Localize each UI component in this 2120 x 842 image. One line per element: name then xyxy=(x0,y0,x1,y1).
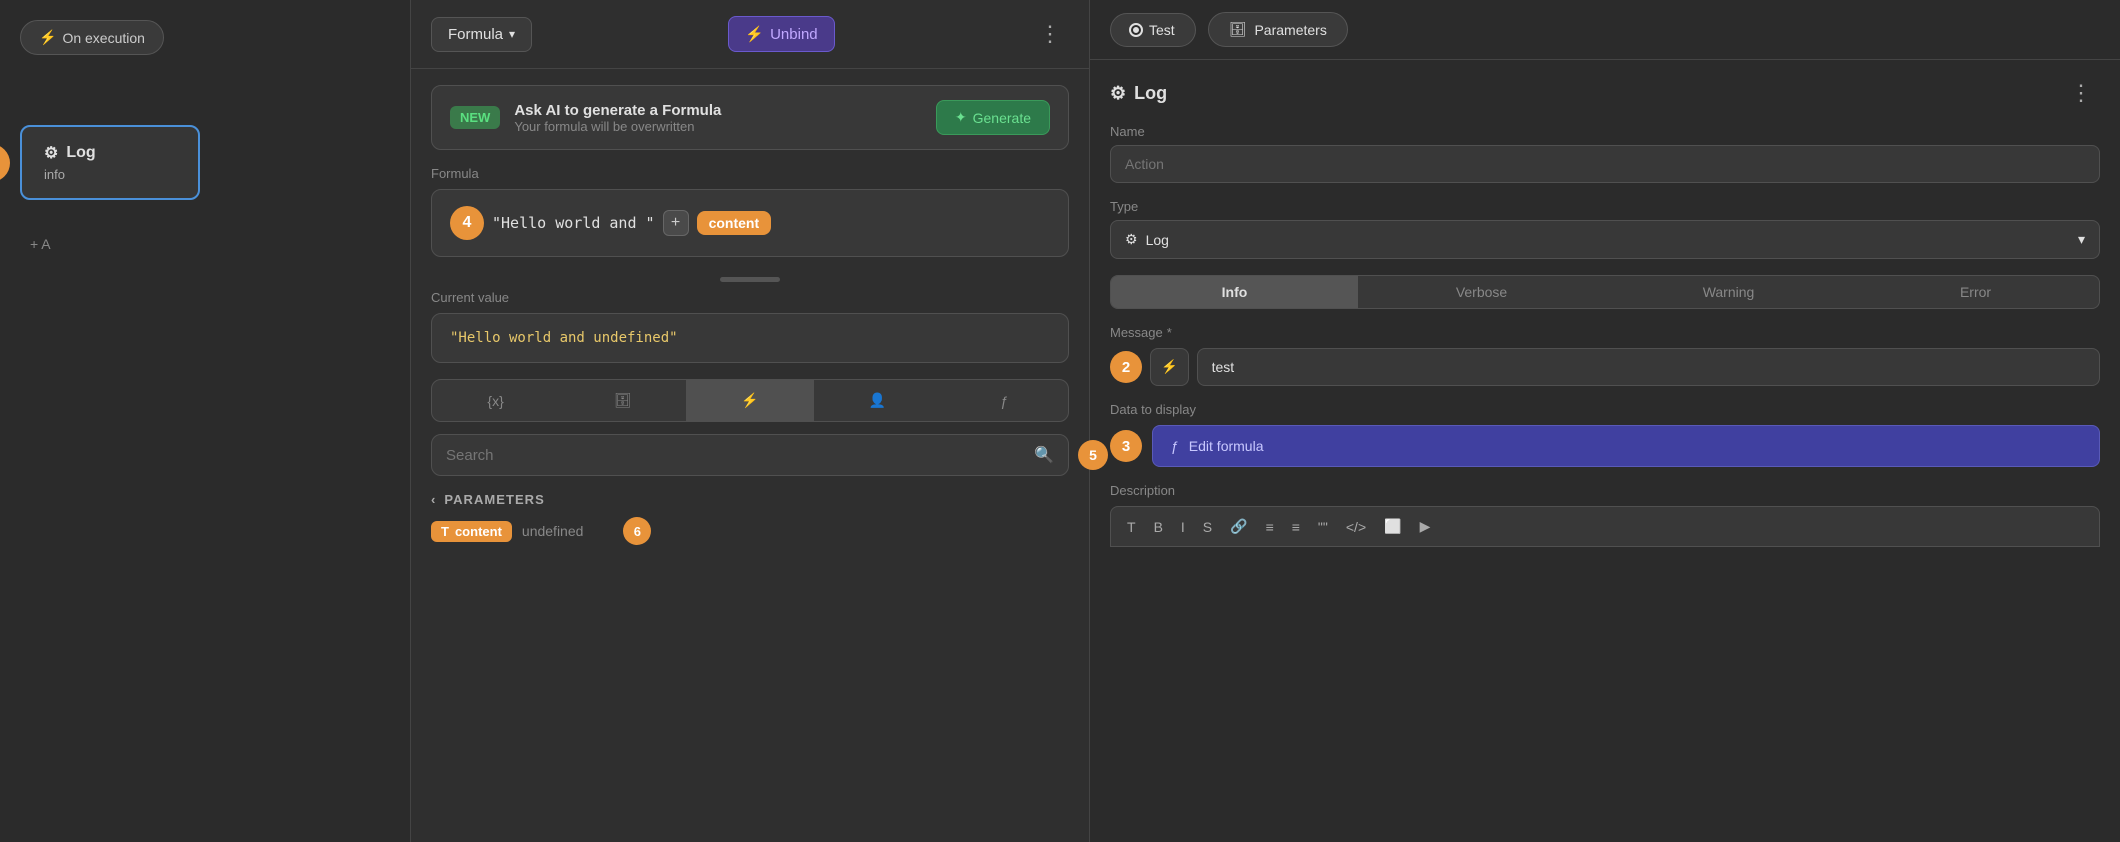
log-level-verbose[interactable]: Verbose xyxy=(1358,276,1605,308)
desc-tool-quote[interactable]: "" xyxy=(1312,516,1334,538)
parameters-button[interactable]: 🗄 Parameters xyxy=(1208,12,1348,47)
unbind-icon: ⚡ xyxy=(745,25,764,43)
content-badge: content xyxy=(697,211,772,235)
formula-plus-button[interactable]: + xyxy=(663,210,689,236)
desc-tool-ol[interactable]: ≡ xyxy=(1286,516,1306,538)
unbind-button[interactable]: ⚡ Unbind xyxy=(728,16,834,52)
description-label: Description xyxy=(1110,483,2100,498)
resize-handle[interactable] xyxy=(411,273,1089,286)
search-icon: 🔍 xyxy=(1034,445,1054,465)
tab-user[interactable]: 👤 xyxy=(814,380,941,421)
section-title: ⚙ Log xyxy=(1110,83,1167,104)
params-section: ‹ PARAMETERS T content undefined 6 xyxy=(411,488,1089,549)
type-label: Type xyxy=(1110,199,2100,214)
log-node-container: 1 ⚙ Log info xyxy=(20,125,200,200)
right-top-bar: Test 🗄 Parameters xyxy=(1090,0,2120,60)
log-node-subtitle: info xyxy=(44,167,176,182)
right-panel: Test 🗄 Parameters ⚙ Log ⋮ Name Type ⚙ Lo… xyxy=(1090,0,2120,842)
message-input[interactable] xyxy=(1197,348,2100,386)
add-action-button[interactable]: + A xyxy=(20,230,61,258)
sparkle-icon: ✦ xyxy=(955,109,967,126)
param-badge: T content xyxy=(431,521,512,542)
test-dot-icon xyxy=(1131,25,1141,35)
type-select[interactable]: ⚙ Log ▾ xyxy=(1110,220,2100,259)
name-label: Name xyxy=(1110,124,2100,139)
more-options-button[interactable]: ⋮ xyxy=(1031,17,1069,51)
log-icon: ⚙ xyxy=(44,143,58,163)
data-display-label: Data to display xyxy=(1110,402,2100,417)
desc-tool-code[interactable]: </> xyxy=(1340,516,1372,538)
desc-tool-t[interactable]: T xyxy=(1121,516,1142,538)
param-item: T content undefined 6 xyxy=(431,517,1069,545)
log-level-warning[interactable]: Warning xyxy=(1605,276,1852,308)
params-icon: 🗄 xyxy=(1229,21,1247,38)
formula-header: Formula ▾ ⚡ Unbind ⋮ xyxy=(411,0,1089,69)
message-input-row: 2 ⚡ xyxy=(1110,348,2100,386)
on-execution-label: On execution xyxy=(62,30,145,46)
current-value-box: "Hello world and undefined" xyxy=(431,313,1069,363)
log-level-tabs: Info Verbose Warning Error xyxy=(1110,275,2100,309)
step-badge-6: 6 xyxy=(623,517,651,545)
search-bar: 🔍 5 xyxy=(431,434,1069,476)
desc-tool-strike[interactable]: S xyxy=(1197,516,1218,538)
desc-tool-italic[interactable]: I xyxy=(1175,516,1191,538)
desc-tool-link[interactable]: 🔗 xyxy=(1224,515,1253,538)
left-panel: ⚡ On execution 1 ⚙ Log info + A xyxy=(0,0,410,842)
ai-banner-left: NEW Ask AI to generate a Formula Your fo… xyxy=(450,102,721,134)
formula-dropdown[interactable]: Formula ▾ xyxy=(431,17,532,52)
step-badge-5: 5 xyxy=(1078,440,1108,470)
tab-bar: {x} 🗄 ⚡ 👤 ƒ xyxy=(431,379,1069,422)
name-input[interactable] xyxy=(1110,145,2100,183)
step-badge-2: 2 xyxy=(1110,351,1142,383)
tab-database[interactable]: 🗄 xyxy=(559,380,686,421)
right-content: ⚙ Log ⋮ Name Type ⚙ Log ▾ Info Verbose xyxy=(1090,60,2120,842)
log-node[interactable]: ⚙ Log info xyxy=(20,125,200,200)
type-icon: ⚙ xyxy=(1125,231,1138,248)
desc-tool-video[interactable]: ▶ xyxy=(1414,515,1437,538)
desc-tool-image[interactable]: ⬜ xyxy=(1378,515,1407,538)
step-badge-4: 4 xyxy=(450,206,484,240)
log-icon: ⚙ xyxy=(1110,83,1126,104)
on-execution-button[interactable]: ⚡ On execution xyxy=(20,20,164,55)
edit-formula-button[interactable]: ƒ Edit formula xyxy=(1152,425,2100,467)
ai-banner-text: Ask AI to generate a Formula Your formul… xyxy=(514,102,721,134)
description-toolbar: T B I S 🔗 ≡ ≡ "" </> ⬜ ▶ xyxy=(1110,506,2100,547)
message-label: Message * xyxy=(1110,325,2100,340)
chevron-down-icon: ▾ xyxy=(509,27,515,41)
params-chevron: ‹ xyxy=(431,492,436,507)
step-badge-3: 3 xyxy=(1110,430,1142,462)
tab-function[interactable]: ƒ xyxy=(941,380,1068,421)
desc-tool-ul[interactable]: ≡ xyxy=(1260,516,1280,538)
lightning-icon: ⚡ xyxy=(39,29,56,46)
middle-panel: Formula ▾ ⚡ Unbind ⋮ NEW Ask AI to gener… xyxy=(410,0,1090,842)
test-button[interactable]: Test xyxy=(1110,13,1196,47)
desc-tool-bold[interactable]: B xyxy=(1148,516,1169,538)
type-value: Log xyxy=(1146,232,1169,248)
formula-string: "Hello world and " xyxy=(492,214,655,232)
log-level-error[interactable]: Error xyxy=(1852,276,2099,308)
tab-variables[interactable]: {x} xyxy=(432,380,559,421)
ai-banner: NEW Ask AI to generate a Formula Your fo… xyxy=(431,85,1069,150)
message-icon-button[interactable]: ⚡ xyxy=(1150,348,1189,386)
log-more-button[interactable]: ⋮ xyxy=(2062,76,2100,110)
unbind-icon: ⚡ xyxy=(1161,359,1178,375)
divider-pill xyxy=(720,277,780,282)
log-level-info[interactable]: Info xyxy=(1111,276,1358,308)
section-title-row: ⚙ Log ⋮ xyxy=(1110,76,2100,110)
chevron-down-icon: ▾ xyxy=(2078,231,2085,248)
search-input[interactable] xyxy=(446,447,1024,464)
new-badge: NEW xyxy=(450,106,500,129)
current-value-label: Current value xyxy=(411,286,1089,313)
log-node-title: ⚙ Log xyxy=(44,143,176,163)
params-header[interactable]: ‹ PARAMETERS xyxy=(431,492,1069,507)
formula-editor[interactable]: 4 "Hello world and " + content xyxy=(431,189,1069,257)
generate-button[interactable]: ✦ Generate xyxy=(936,100,1050,135)
formula-label: Formula xyxy=(411,166,1089,181)
step-badge-1: 1 xyxy=(0,144,10,182)
formula-icon: ƒ xyxy=(1171,438,1179,454)
tab-trigger[interactable]: ⚡ xyxy=(686,380,813,421)
